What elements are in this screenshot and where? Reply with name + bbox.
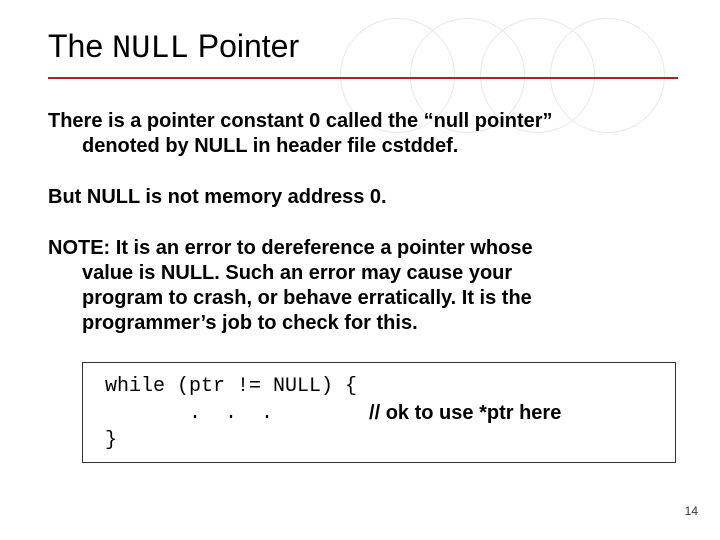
title-underline (48, 77, 678, 79)
slide-content: The NULL Pointer There is a pointer cons… (0, 0, 720, 463)
paragraph-1: There is a pointer constant 0 called the… (48, 109, 672, 159)
title-word: Pointer (198, 28, 299, 64)
code-line-1: while (ptr != NULL) { (105, 373, 663, 400)
para3-line3: program to crash, or behave erratically.… (48, 287, 532, 309)
code-comment: // ok to use *ptr here (369, 400, 561, 427)
paragraph-3: NOTE: It is an error to dereference a po… (48, 236, 672, 336)
para3-line1: NOTE: It is an error to dereference a po… (48, 237, 533, 259)
para3-line4: programmer’s job to check for this. (48, 312, 418, 334)
code-line-3: } (105, 427, 663, 454)
code-ellipsis: . . . (105, 400, 369, 427)
page-number: 14 (685, 504, 698, 518)
para2-text: But NULL is not memory address 0. (48, 186, 387, 208)
para1-line2: denoted by NULL in header file cstddef. (48, 135, 458, 157)
code-block: while (ptr != NULL) { . . . // ok to use… (82, 362, 676, 463)
slide-title: The NULL Pointer (48, 28, 672, 67)
title-code: NULL (112, 30, 189, 67)
para3-line2: value is NULL. Such an error may cause y… (48, 262, 512, 284)
code-line-2: . . . // ok to use *ptr here (105, 400, 663, 427)
paragraph-2: But NULL is not memory address 0. (48, 185, 672, 210)
para1-line1: There is a pointer constant 0 called the… (48, 110, 553, 132)
title-word: The (48, 28, 103, 64)
